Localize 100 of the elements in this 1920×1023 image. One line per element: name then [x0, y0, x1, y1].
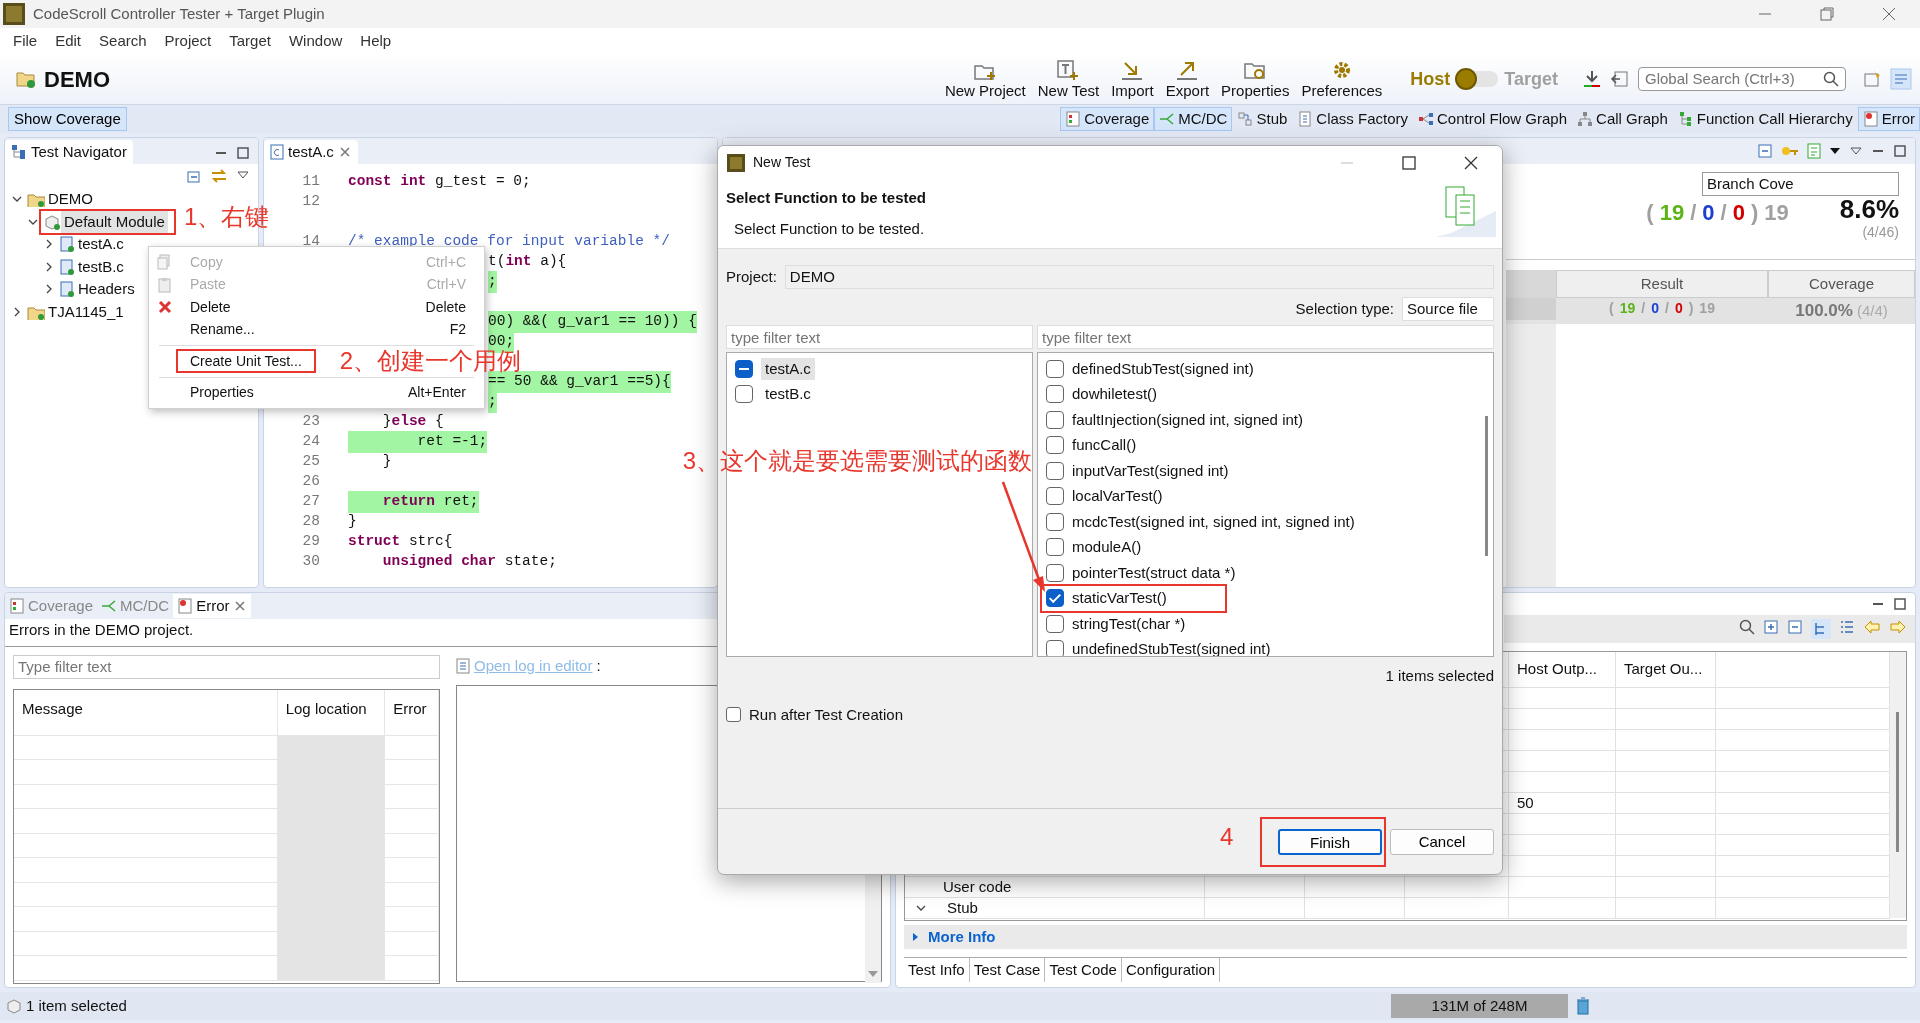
show-coverage-button[interactable]: Show Coverage [8, 107, 127, 131]
dialog-button[interactable]: Cancel [1390, 828, 1494, 855]
checkbox[interactable] [1046, 436, 1064, 455]
search-field[interactable]: Global Search (Ctrl+3) [1638, 67, 1846, 91]
filter-field[interactable]: Type filter text [13, 654, 440, 679]
menu-item[interactable]: Rename... [190, 321, 255, 338]
view-tab[interactable]: Configuration [1121, 958, 1221, 982]
menu-item[interactable]: File [4, 29, 47, 53]
link-arrows-icon[interactable] [210, 168, 228, 184]
coverage-type-dropdown[interactable]: Branch Cove [1702, 172, 1899, 196]
checkbox[interactable] [735, 359, 753, 378]
download-icon[interactable] [1582, 69, 1602, 89]
list-item[interactable]: localVarTest() [1072, 485, 1163, 508]
expand-all-icon[interactable] [1763, 619, 1779, 635]
maximize-icon[interactable] [236, 146, 250, 160]
menu-item[interactable]: Create Unit Test... [190, 352, 302, 369]
list-item[interactable]: pointerTest(struct data *) [1072, 561, 1236, 584]
tree-item[interactable]: User code [943, 875, 1012, 899]
tree-item[interactable]: Headers [75, 278, 138, 301]
checkbox[interactable] [1046, 359, 1064, 378]
menu-item[interactable]: Window [279, 29, 352, 53]
perspective-button[interactable]: Stub [1232, 107, 1293, 131]
view-tab[interactable]: Test Navigator [5, 140, 133, 164]
collapse-icon[interactable] [1757, 143, 1773, 159]
perspective-button[interactable]: MC/DC [1154, 107, 1233, 131]
list-view-icon[interactable] [1839, 619, 1855, 635]
view-tab[interactable]: Error [173, 594, 251, 618]
trash-icon[interactable] [1576, 997, 1590, 1015]
checkbox[interactable] [1046, 640, 1064, 656]
checkbox[interactable] [1046, 385, 1064, 404]
toolbar-button[interactable]: Export [1161, 58, 1214, 100]
filter-field[interactable]: type filter text [1037, 325, 1494, 349]
list-item[interactable]: staticVarTest() [1072, 587, 1167, 610]
checkbox[interactable] [1046, 614, 1064, 633]
search-icon[interactable] [1739, 619, 1755, 635]
checkbox[interactable] [726, 707, 741, 723]
editor-tab[interactable]: testA.c [264, 140, 358, 164]
view-tab[interactable]: Test Info [904, 958, 970, 982]
toolbar-button[interactable]: New Project [940, 58, 1030, 100]
perspective-button[interactable]: Call Graph [1572, 107, 1673, 131]
maximize-icon[interactable] [1402, 155, 1416, 170]
perspective-button[interactable]: Coverage [1060, 107, 1155, 131]
tree-view-icon[interactable] [1811, 619, 1831, 639]
section-toggle[interactable]: More Info [928, 925, 996, 949]
list-item[interactable]: funcCall() [1072, 434, 1137, 457]
line-number: 14 [301, 232, 321, 252]
window-arrow-icon[interactable] [1610, 69, 1630, 89]
project-field[interactable]: DEMO [784, 265, 1494, 289]
list-item[interactable]: testA.c [761, 357, 815, 380]
close-icon[interactable] [1464, 155, 1478, 170]
collapse-all-icon[interactable] [1787, 619, 1803, 635]
list-item[interactable]: testB.c [761, 383, 815, 406]
maximize-icon[interactable] [1893, 597, 1907, 611]
checkbox[interactable] [1046, 589, 1064, 608]
perspective-button[interactable]: Function Call Hierarchy [1672, 107, 1858, 131]
maximize-icon[interactable] [1893, 144, 1907, 158]
scrollbar[interactable] [1890, 652, 1906, 918]
checkbox[interactable] [1046, 487, 1064, 506]
menu-item[interactable]: Properties [190, 384, 254, 401]
filter-field[interactable]: type filter text [726, 325, 1033, 349]
menu-item[interactable]: Delete [190, 298, 231, 315]
host-target-toggle[interactable] [1454, 67, 1501, 91]
dialog-button[interactable]: Finish [1278, 828, 1382, 855]
tree-item[interactable]: testB.c [75, 255, 127, 278]
menu-item[interactable]: Search [90, 29, 156, 53]
list-item[interactable]: inputVarTest(signed int) [1072, 459, 1229, 482]
tree-item[interactable]: Default Module [61, 210, 168, 233]
tree-item[interactable]: DEMO [45, 188, 96, 211]
menu-item[interactable]: Project [155, 29, 221, 53]
toolbar-button[interactable]: Import [1107, 58, 1158, 100]
perspective-button[interactable]: Control Flow Graph [1413, 107, 1573, 131]
collapse-all-icon[interactable] [186, 168, 202, 184]
menu-item[interactable]: Target [220, 29, 280, 53]
tree-item[interactable]: TJA1145_1 [45, 300, 127, 323]
list-item[interactable]: definedStubTest(signed int) [1072, 357, 1254, 380]
toolbar-button[interactable]: Preferences [1297, 58, 1387, 100]
list-item[interactable]: mcdcTest(signed int, signed int, signed int) [1072, 510, 1355, 533]
toolbar-button[interactable]: New Test [1033, 58, 1104, 100]
menu-item[interactable]: Help [351, 29, 401, 53]
checkbox[interactable] [1046, 538, 1064, 557]
perspective-button[interactable]: Class Factory [1292, 107, 1413, 131]
tree-item[interactable]: testA.c [75, 233, 127, 256]
list-item[interactable]: dowhiletest() [1072, 383, 1158, 406]
checkbox[interactable] [1046, 410, 1064, 429]
view-tab[interactable]: Test Case [969, 958, 1046, 982]
checkbox[interactable] [735, 385, 753, 404]
perspective-button[interactable]: Error [1857, 107, 1920, 131]
selection-type-dropdown[interactable]: Source file [1402, 297, 1494, 321]
checkbox[interactable] [1046, 461, 1064, 480]
list-item[interactable]: stringTest(char *) [1072, 612, 1186, 635]
list-item[interactable]: moduleA() [1072, 536, 1142, 559]
checkbox[interactable] [1046, 563, 1064, 582]
tree-item[interactable]: Stub [947, 896, 978, 920]
list-item[interactable]: faultInjection(signed int, signed int) [1072, 408, 1303, 431]
toolbar-button[interactable]: Properties [1217, 58, 1294, 100]
menu-item[interactable]: Edit [46, 29, 91, 53]
checkbox[interactable] [1046, 512, 1064, 531]
view-tab[interactable]: Test Code [1045, 958, 1122, 982]
restore-icon[interactable] [1820, 7, 1834, 21]
expand-caret-icon[interactable] [912, 932, 920, 942]
